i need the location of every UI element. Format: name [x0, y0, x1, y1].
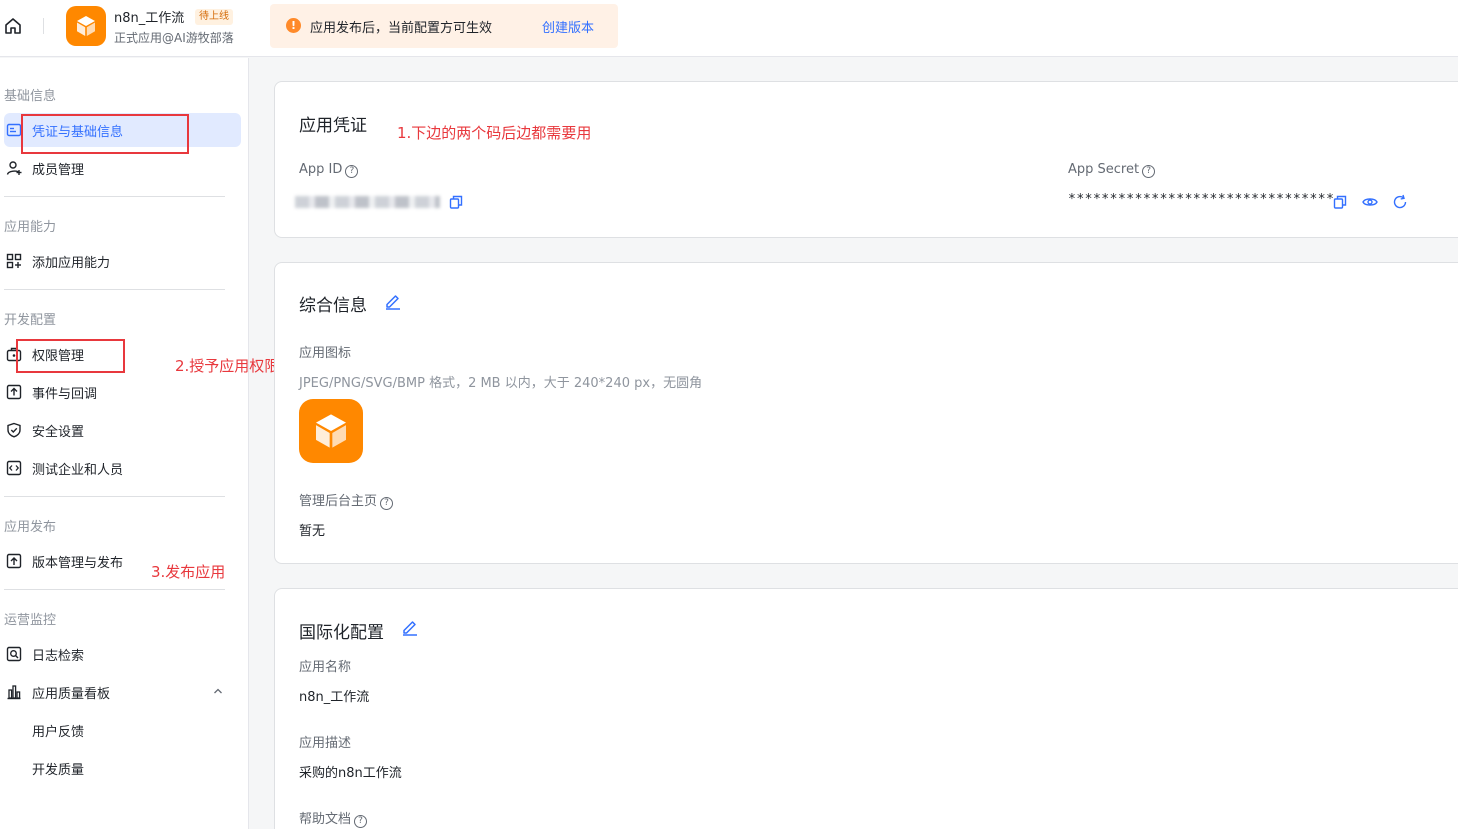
- copy-icon[interactable]: [1332, 194, 1348, 210]
- home-icon[interactable]: [3, 16, 23, 36]
- help-icon[interactable]: ?: [354, 815, 368, 828]
- app-icon-preview[interactable]: [299, 399, 363, 463]
- section-title-basic: 基础信息: [4, 89, 57, 104]
- sidebar-item-label: 成员管理: [32, 163, 85, 178]
- sidebar-divider: [4, 196, 225, 197]
- status-badge: 待上线: [195, 9, 233, 25]
- log-search-icon: [6, 646, 22, 662]
- app-id-value-redacted: [295, 196, 440, 208]
- sidebar-item-quality-board[interactable]: 应用质量看板: [4, 675, 241, 709]
- card-title: 国际化配置: [299, 623, 384, 643]
- annotation-box-credentials: [21, 114, 189, 154]
- app-secret-value: ********************************: [1068, 192, 1335, 207]
- sidebar-item-label: 开发质量: [32, 763, 85, 778]
- sidebar-item-log-search[interactable]: 日志检索: [4, 637, 241, 671]
- sidebar-item-events[interactable]: 事件与回调: [4, 375, 241, 409]
- chevron-up-icon[interactable]: [212, 685, 224, 697]
- app-icon-label: 应用图标: [299, 346, 352, 361]
- app-icon-hint: JPEG/PNG/SVG/BMP 格式，2 MB 以内，大于 240*240 p…: [299, 376, 703, 391]
- annotation-note-2: 2.授予应用权限: [175, 357, 280, 375]
- section-title-ops: 运营监控: [4, 613, 57, 628]
- sidebar-divider: [4, 496, 225, 497]
- shield-icon: [7, 422, 21, 438]
- sidebar-item-label: 日志检索: [32, 649, 85, 664]
- sidebar-item-label: 应用质量看板: [32, 687, 111, 702]
- warning-icon: !: [286, 18, 301, 33]
- top-bar: n8n_工作流 待上线 正式应用@AI游牧部落 ! 应用发布后，当前配置方可生效…: [0, 0, 1458, 57]
- card-title: 综合信息: [299, 296, 367, 316]
- release-notice: ! 应用发布后，当前配置方可生效 创建版本: [270, 4, 618, 48]
- sidebar-item-add-capability[interactable]: 添加应用能力: [4, 244, 241, 278]
- app-name-label: 应用名称: [299, 660, 352, 675]
- help-icon[interactable]: ?: [380, 497, 394, 510]
- event-icon: [6, 384, 22, 400]
- sidebar-item-label: 添加应用能力: [32, 256, 111, 271]
- sidebar-item-feedback[interactable]: 用户反馈: [4, 713, 241, 747]
- admin-home-value: 暂无: [299, 524, 326, 539]
- app-name-value: n8n_工作流: [299, 690, 370, 705]
- credentials-card: 应用凭证 1.下边的两个码后边都需要用 App ID? App Secret? …: [274, 81, 1458, 238]
- user-add-icon: [6, 161, 22, 175]
- app-logo: [66, 6, 106, 46]
- sidebar: 基础信息 凭证与基础信息 成员管理 应用能力 添加应用能力 开发配置 权限管理 …: [0, 58, 249, 829]
- app-name: n8n_工作流: [114, 11, 185, 26]
- id-card-icon: [6, 123, 22, 137]
- edit-icon[interactable]: [384, 292, 402, 310]
- admin-home-label: 管理后台主页?: [299, 490, 394, 510]
- sidebar-divider: [4, 589, 225, 590]
- box-icon: [77, 16, 95, 36]
- copy-icon[interactable]: [448, 194, 464, 210]
- help-doc-label: 帮助文档?: [299, 808, 368, 828]
- help-icon[interactable]: ?: [1142, 165, 1156, 178]
- top-divider: [43, 18, 44, 34]
- i18n-config-card: 国际化配置 应用名称 n8n_工作流 应用描述 采购的n8n工作流 帮助文档?: [274, 588, 1458, 829]
- sidebar-divider: [4, 289, 225, 290]
- general-info-card: 综合信息 应用图标 JPEG/PNG/SVG/BMP 格式，2 MB 以内，大于…: [274, 262, 1458, 564]
- app-subtitle: 正式应用@AI游牧部落: [114, 31, 234, 45]
- sidebar-item-label: 测试企业和人员: [32, 463, 124, 478]
- grid-add-icon: [6, 253, 22, 269]
- annotation-box-permissions: [16, 339, 125, 373]
- annotation-note-1: 1.下边的两个码后边都需要用: [397, 124, 592, 142]
- help-icon[interactable]: ?: [345, 165, 359, 178]
- app-secret-label-text: App Secret: [1068, 162, 1140, 177]
- upload-icon: [6, 553, 22, 569]
- sidebar-item-label: 用户反馈: [32, 725, 85, 740]
- section-title-release: 应用发布: [4, 520, 57, 535]
- code-icon: [6, 460, 22, 476]
- section-title-capability: 应用能力: [4, 220, 57, 235]
- sidebar-item-security[interactable]: 安全设置: [4, 413, 241, 447]
- section-title-dev: 开发配置: [4, 313, 57, 328]
- app-secret-label: App Secret?: [1068, 162, 1156, 178]
- sidebar-item-label: 事件与回调: [32, 387, 98, 402]
- annotation-note-3: 3.发布应用: [151, 563, 226, 581]
- sidebar-item-members[interactable]: 成员管理: [4, 151, 241, 185]
- edit-icon[interactable]: [401, 618, 419, 636]
- app-desc-label: 应用描述: [299, 736, 352, 751]
- box-icon: [316, 414, 346, 448]
- notice-text: 应用发布后，当前配置方可生效: [310, 21, 493, 36]
- app-id-label: App ID?: [299, 162, 359, 178]
- app-desc-value: 采购的n8n工作流: [299, 766, 402, 781]
- sidebar-item-test-org[interactable]: 测试企业和人员: [4, 451, 241, 485]
- eye-icon[interactable]: [1362, 194, 1378, 210]
- create-version-link[interactable]: 创建版本: [542, 17, 594, 36]
- sidebar-item-label: 安全设置: [32, 425, 85, 440]
- sidebar-item-dev-quality[interactable]: 开发质量: [4, 751, 241, 785]
- help-doc-label-text: 帮助文档: [299, 812, 352, 827]
- refresh-icon[interactable]: [1392, 194, 1408, 210]
- admin-home-label-text: 管理后台主页: [299, 494, 378, 509]
- bar-chart-icon: [7, 685, 21, 700]
- app-id-label-text: App ID: [299, 162, 343, 177]
- card-title: 应用凭证: [299, 116, 367, 136]
- sidebar-item-label: 版本管理与发布: [32, 556, 124, 571]
